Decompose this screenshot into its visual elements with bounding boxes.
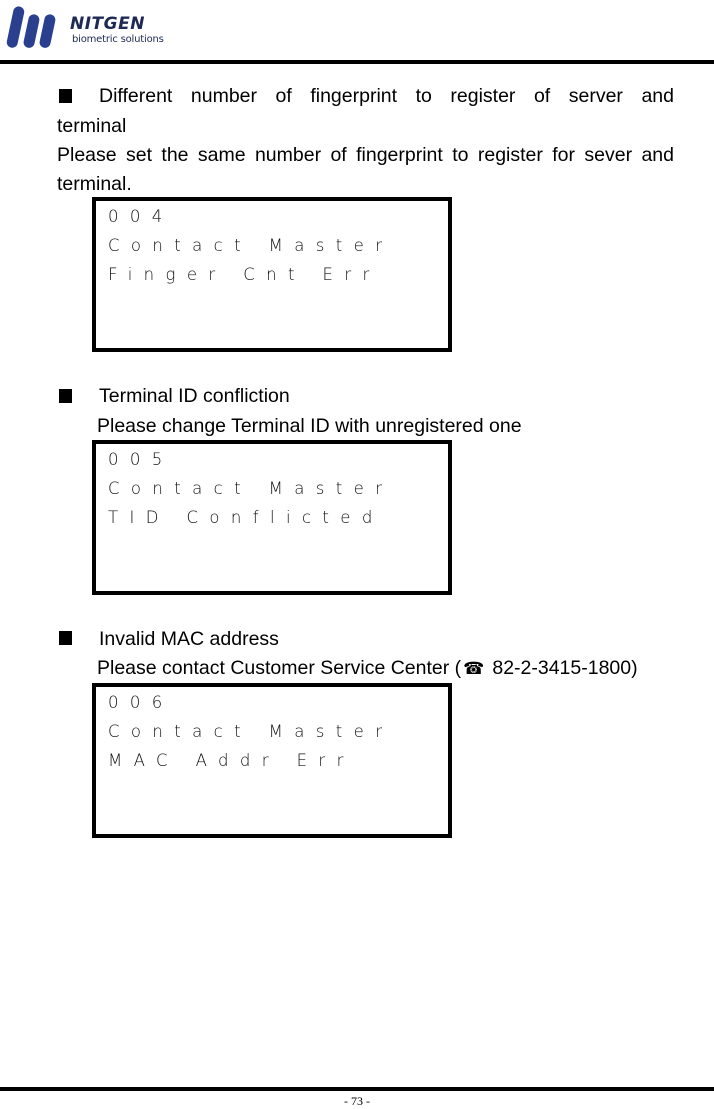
lcd-error-code: 004 — [108, 207, 174, 226]
bullet-icon — [59, 631, 72, 645]
nitgen-logo: NITGEN biometric solutions — [6, 4, 166, 50]
lcd-message: Contact Master — [108, 722, 394, 741]
brand-name: NITGEN — [70, 14, 145, 34]
brand-tagline: biometric solutions — [72, 34, 164, 45]
section-3-title: Invalid MAC address — [99, 628, 279, 650]
footer-rule — [0, 1087, 714, 1091]
telephone-icon: ☎ — [463, 659, 485, 678]
page-number: - 73 - — [344, 1094, 370, 1108]
lcd-message: Contact Master — [108, 236, 394, 255]
section-1-desc-line2: terminal. — [57, 173, 132, 195]
section-2-title: Terminal ID confliction — [99, 385, 290, 407]
lcd-error-code: 006 — [108, 693, 174, 712]
bullet-icon — [59, 89, 72, 103]
bullet-icon — [59, 389, 72, 403]
nitgen-logo-icon — [6, 6, 56, 48]
lcd-detail: Finger Cnt Err — [108, 265, 381, 284]
section-1-title-line1: Different number of fingerprint to regis… — [99, 85, 674, 107]
header-rule — [0, 60, 714, 64]
section-1-title-line2: terminal — [57, 115, 127, 137]
lcd-detail: MAC Addr Err — [108, 751, 355, 770]
section-3-desc: Please contact Customer Service Center (… — [97, 657, 638, 680]
phone-number: 82-2-3415-1800) — [492, 657, 638, 679]
lcd-message: Contact Master — [108, 479, 394, 498]
section-1-desc-line1: Please set the same number of fingerprin… — [57, 144, 674, 166]
lcd-display-004: 004 Contact Master Finger Cnt Err — [92, 197, 452, 352]
section-3-desc-text: Please contact Customer Service Center ( — [97, 657, 462, 679]
section-2-desc: Please change Terminal ID with unregiste… — [97, 415, 522, 437]
lcd-detail: TID Conflicted — [108, 508, 384, 527]
lcd-display-006: 006 Contact Master MAC Addr Err — [92, 683, 452, 838]
lcd-error-code: 005 — [108, 450, 174, 469]
lcd-display-005: 005 Contact Master TID Conflicted — [92, 440, 452, 595]
